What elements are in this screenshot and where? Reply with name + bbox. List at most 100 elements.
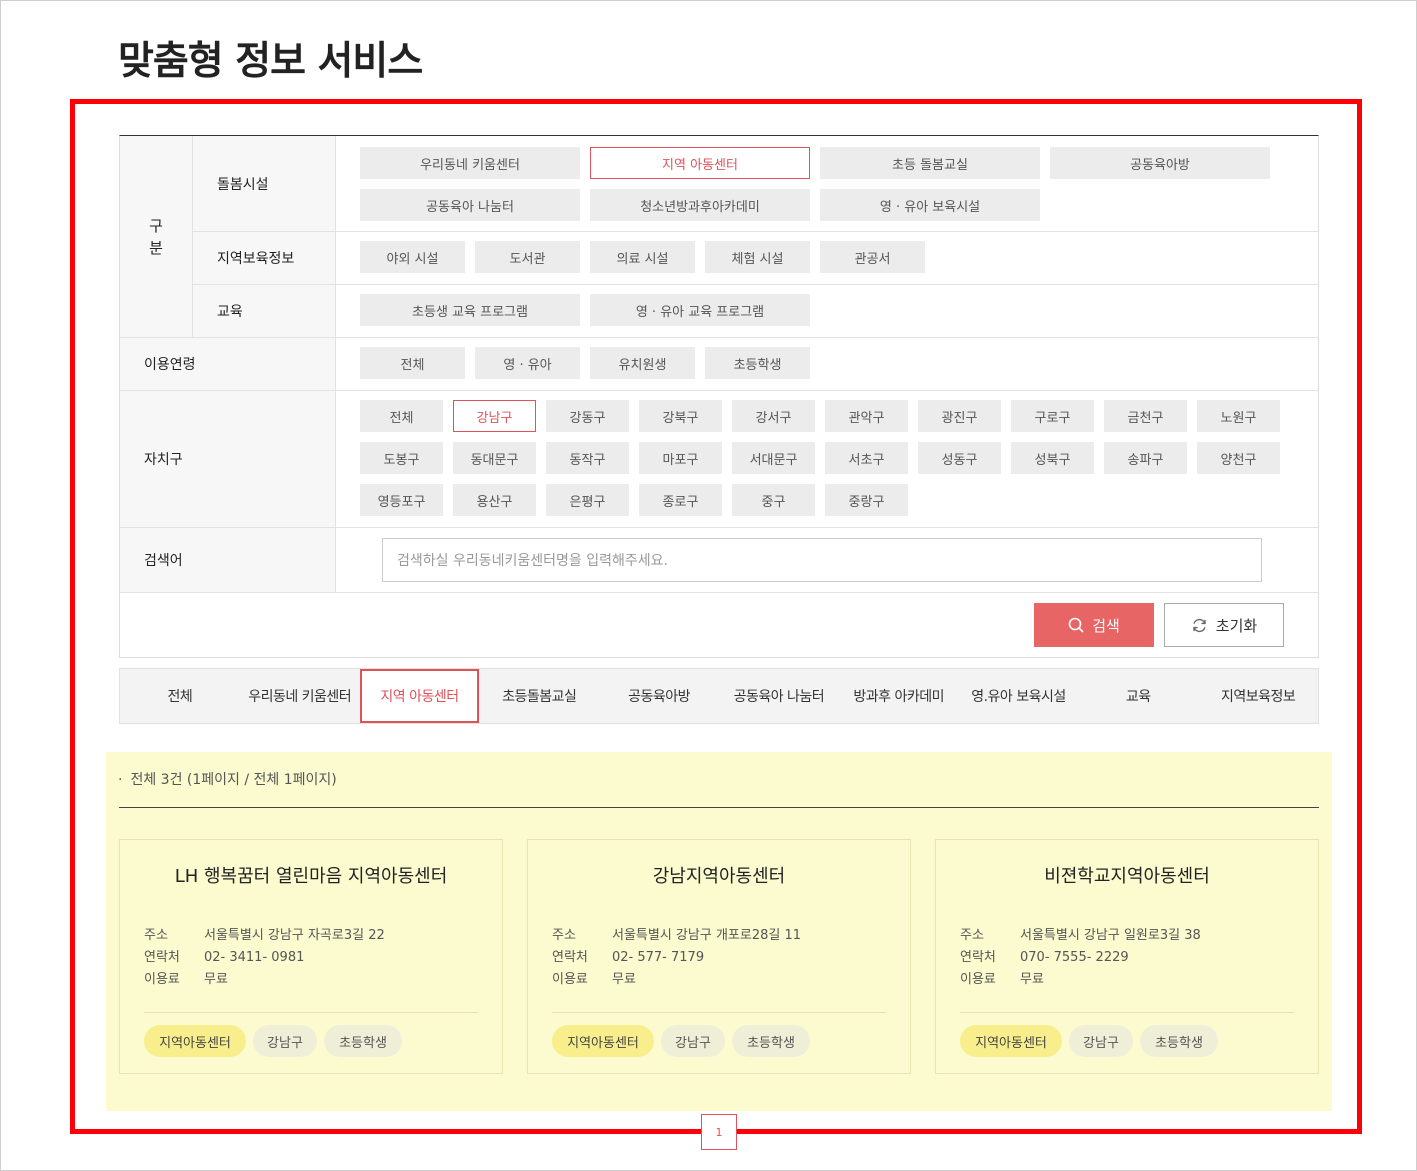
tab-item[interactable]: 방과후 아카데미 bbox=[839, 669, 959, 723]
tab-item[interactable]: 전체 bbox=[120, 669, 240, 723]
tab-item[interactable]: 우리동네 키움센터 bbox=[240, 669, 360, 723]
card-tag: 지역아동센터 bbox=[144, 1025, 246, 1057]
district-chip[interactable]: 강북구 bbox=[639, 400, 722, 432]
district-chip[interactable]: 송파구 bbox=[1104, 442, 1187, 474]
district-chip[interactable]: 용산구 bbox=[453, 484, 536, 516]
district-chip[interactable]: 광진구 bbox=[918, 400, 1001, 432]
age-chip[interactable]: 초등학생 bbox=[705, 347, 810, 379]
local-chip[interactable]: 야외 시설 bbox=[360, 241, 465, 273]
row-divider bbox=[120, 390, 1319, 391]
card-fee-row: 이용료 무료 bbox=[960, 968, 1044, 987]
card-phone-row: 연락처 070- 7555- 2229 bbox=[960, 946, 1129, 965]
district-chip[interactable]: 강남구 bbox=[453, 400, 536, 432]
keyword-label: 검색어 bbox=[120, 528, 336, 592]
card-fee-value: 무료 bbox=[1020, 972, 1044, 987]
care-chip[interactable]: 공동육아 나눔터 bbox=[360, 189, 580, 221]
row-divider bbox=[192, 231, 1319, 232]
district-chip[interactable]: 성동구 bbox=[918, 442, 1001, 474]
tab-item[interactable]: 초등돌봄교실 bbox=[479, 669, 599, 723]
age-chip[interactable]: 영 · 유아 bbox=[475, 347, 580, 379]
row-divider bbox=[192, 284, 1319, 285]
district-chip[interactable]: 동작구 bbox=[546, 442, 629, 474]
care-chip[interactable]: 지역 아동센터 bbox=[590, 147, 810, 179]
district-chip[interactable]: 동대문구 bbox=[453, 442, 536, 474]
district-chip[interactable]: 노원구 bbox=[1197, 400, 1280, 432]
card-fee-row: 이용료 무료 bbox=[552, 968, 636, 987]
card-tag: 초등학생 bbox=[324, 1025, 402, 1057]
keyword-input[interactable]: 검색하실 우리동네키움센터명을 입력해주세요. bbox=[382, 538, 1262, 582]
district-chip[interactable]: 강서구 bbox=[732, 400, 815, 432]
care-chip[interactable]: 청소년방과후아카데미 bbox=[590, 189, 810, 221]
district-chip[interactable]: 마포구 bbox=[639, 442, 722, 474]
care-chip[interactable]: 초등 돌봄교실 bbox=[820, 147, 1040, 179]
district-chip[interactable]: 서초구 bbox=[825, 442, 908, 474]
local-chip[interactable]: 도서관 bbox=[475, 241, 580, 273]
card-address-label: 주소 bbox=[144, 928, 168, 943]
district-chip[interactable]: 영등포구 bbox=[360, 484, 443, 516]
result-card[interactable]: LH 행복꿈터 열린마음 지역아동센터주소 서울특별시 강남구 자곡로3길 22 연… bbox=[119, 839, 503, 1074]
result-card[interactable]: 강남지역아동센터주소 서울특별시 강남구 개포로28길 11 연락처 02- 577-… bbox=[527, 839, 911, 1074]
age-label: 이용연령 bbox=[120, 338, 336, 390]
card-address-value: 서울특별시 강남구 자곡로3길 22 bbox=[204, 928, 385, 943]
card-address-value: 서울특별시 강남구 개포로28길 11 bbox=[612, 928, 802, 943]
row-divider bbox=[120, 337, 1319, 338]
tab-item[interactable]: 교육 bbox=[1078, 669, 1198, 723]
card-tag: 강남구 bbox=[253, 1025, 317, 1057]
district-chip[interactable]: 도봉구 bbox=[360, 442, 443, 474]
card-title[interactable]: 비젼학교지역아동센터 bbox=[936, 862, 1318, 888]
education-label: 교육 bbox=[192, 285, 336, 337]
category-tabs: 전체 우리동네 키움센터 지역 아동센터 초등돌봄교실 공동육아방 공동육아 나눔터 방과후… bbox=[119, 668, 1319, 724]
card-address-label: 주소 bbox=[552, 928, 576, 943]
reset-button-label: 초기화 bbox=[1215, 616, 1258, 635]
page-title: 맞춤형 정보 서비스 bbox=[118, 39, 423, 84]
district-chip[interactable]: 종로구 bbox=[639, 484, 722, 516]
care-chip[interactable]: 영 · 유아 보육시설 bbox=[820, 189, 1040, 221]
tab-item[interactable]: 지역보육정보 bbox=[1198, 669, 1318, 723]
care-chip[interactable]: 우리동네 키움센터 bbox=[360, 147, 580, 179]
card-phone-row: 연락처 02- 3411- 0981 bbox=[144, 946, 304, 965]
district-chip[interactable]: 강동구 bbox=[546, 400, 629, 432]
tab-item[interactable]: 영.유아 보육시설 bbox=[959, 669, 1079, 723]
card-fee-value: 무료 bbox=[612, 972, 636, 987]
card-phone-value: 02- 577- 7179 bbox=[612, 950, 705, 965]
card-divider bbox=[552, 1012, 886, 1013]
local-chip[interactable]: 체험 시설 bbox=[705, 241, 810, 273]
age-chip[interactable]: 유치원생 bbox=[590, 347, 695, 379]
card-phone-label: 연락처 bbox=[960, 950, 996, 965]
district-chip[interactable]: 성북구 bbox=[1011, 442, 1094, 474]
card-title[interactable]: 강남지역아동센터 bbox=[528, 862, 910, 888]
result-card[interactable]: 비젼학교지역아동센터 주소 서울특별시 강남구 일원로3길 38 연락처 070- 75… bbox=[935, 839, 1319, 1074]
district-chip[interactable]: 금천구 bbox=[1104, 400, 1187, 432]
local-chip[interactable]: 관공서 bbox=[820, 241, 925, 273]
search-button[interactable]: 검색 bbox=[1034, 603, 1154, 647]
edu-chip[interactable]: 영 · 유아 교육 프로그램 bbox=[590, 294, 810, 326]
card-fee-label: 이용료 bbox=[144, 972, 180, 987]
pagination-current[interactable]: 1 bbox=[701, 1114, 737, 1150]
column-divider bbox=[335, 136, 336, 592]
tab-item[interactable]: 공동육아방 bbox=[599, 669, 719, 723]
edu-chip[interactable]: 초등생 교육 프로그램 bbox=[360, 294, 580, 326]
district-chip[interactable]: 중구 bbox=[732, 484, 815, 516]
age-chip[interactable]: 전체 bbox=[360, 347, 465, 379]
card-fee-label: 이용료 bbox=[960, 972, 996, 987]
district-chip[interactable]: 양천구 bbox=[1197, 442, 1280, 474]
district-chip[interactable]: 은평구 bbox=[546, 484, 629, 516]
reset-button[interactable]: 초기화 bbox=[1164, 603, 1284, 647]
category-label: 구 분 bbox=[120, 136, 192, 337]
tab-item[interactable]: 공동육아 나눔터 bbox=[719, 669, 839, 723]
care-chip[interactable]: 공동육아방 bbox=[1050, 147, 1270, 179]
refresh-icon bbox=[1193, 618, 1206, 632]
district-chip[interactable]: 전체 bbox=[360, 400, 443, 432]
tab-item[interactable]: 지역 아동센터 bbox=[359, 669, 480, 723]
district-chip[interactable]: 구로구 bbox=[1011, 400, 1094, 432]
row-divider bbox=[120, 527, 1319, 528]
card-title[interactable]: LH 행복꿈터 열린마음 지역아동센터 bbox=[120, 862, 502, 888]
result-count: · 전체 3건 (1페이지 / 전체 1페이지) bbox=[118, 769, 337, 789]
card-phone-row: 연락처 02- 577- 7179 bbox=[552, 946, 704, 965]
card-tag: 초등학생 bbox=[1140, 1025, 1218, 1057]
district-chip[interactable]: 서대문구 bbox=[732, 442, 815, 474]
district-chip[interactable]: 관악구 bbox=[825, 400, 908, 432]
district-chip[interactable]: 중랑구 bbox=[825, 484, 908, 516]
card-tag: 지역아동센터 bbox=[960, 1025, 1062, 1057]
local-chip[interactable]: 의료 시설 bbox=[590, 241, 695, 273]
